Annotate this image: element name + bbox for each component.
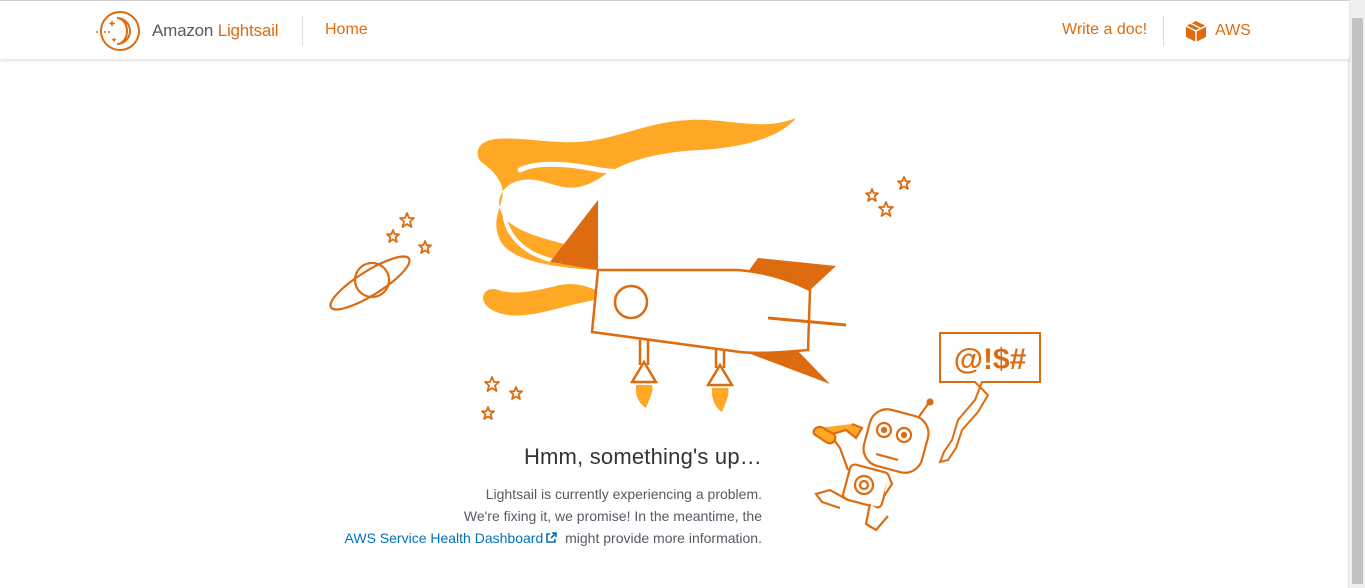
write-a-doc-link[interactable]: Write a doc! (1062, 21, 1147, 39)
top-navigation-bar: Amazon Lightsail Home Write a doc! AWS (0, 0, 1349, 59)
scrollbar-thumb[interactable] (1352, 18, 1363, 584)
error-message-line: Lightsail is currently experiencing a pr… (485, 486, 762, 502)
lightsail-logo-icon (96, 11, 140, 51)
speech-bubble-text: @!$# (954, 343, 1027, 376)
external-link-icon (546, 532, 558, 543)
aws-label: AWS (1215, 22, 1251, 39)
aws-service-health-dashboard-link[interactable]: AWS Service Health Dashboard (345, 530, 562, 546)
rocket (550, 200, 847, 412)
nav-divider (302, 16, 303, 46)
error-illustration: @!$# (329, 118, 1041, 532)
speech-bubble: @!$# (938, 332, 1041, 464)
aws-cube-icon (1185, 21, 1207, 42)
home-link[interactable]: Home (325, 21, 368, 39)
error-message-line: We're fixing it, we promise! In the mean… (463, 508, 762, 524)
error-message-suffix: might provide more information. (565, 530, 762, 546)
lightsail-home-logo[interactable]: Amazon Lightsail (96, 11, 278, 51)
error-title: Hmm, something's up… (523, 444, 762, 469)
brand-name: Amazon Lightsail (152, 21, 279, 40)
health-link-text: AWS Service Health Dashboard (344, 530, 544, 546)
robot (812, 398, 934, 532)
error-message-line: AWS Service Health Dashboard might provi… (345, 530, 762, 546)
vertical-scrollbar[interactable] (1348, 0, 1365, 588)
planet (329, 255, 411, 311)
nav-divider (1163, 16, 1164, 46)
aws-link[interactable]: AWS (1184, 19, 1251, 43)
